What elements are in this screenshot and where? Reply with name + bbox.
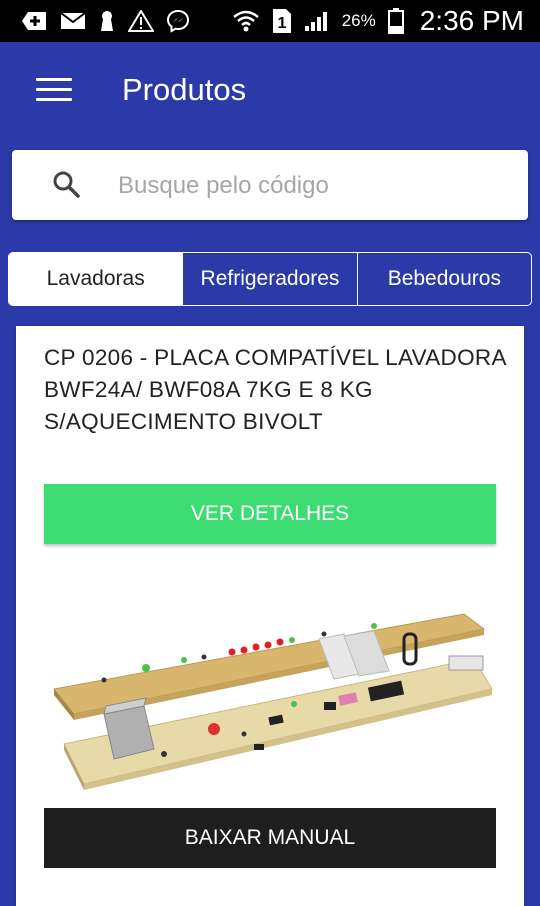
warning-icon [128,10,154,32]
search-icon[interactable] [52,170,80,203]
status-notifications [22,9,190,33]
status-bar: 1 26% 2:36 PM [0,0,540,42]
search-input[interactable] [116,164,510,208]
download-manual-button[interactable]: BAIXAR MANUAL [44,808,496,868]
svg-text:1: 1 [277,15,286,32]
messenger-icon [166,9,190,33]
signal-icon [304,10,330,32]
search-bar[interactable] [12,150,528,220]
product-card: CP 0206 - PLACA COMPATÍVEL LAVADORA BWF2… [16,326,524,906]
hamburger-menu-icon[interactable] [36,78,72,104]
product-title: CP 0206 - PLACA COMPATÍVEL LAVADORA BWF2… [44,345,506,434]
circuit-board-image [44,584,496,814]
keyhole-icon [98,10,116,32]
category-tabs: Lavadoras Refrigeradores Bebedouros [8,252,532,306]
tab-bebedouros[interactable]: Bebedouros [356,253,531,305]
clock: 2:36 PM [419,5,524,36]
wifi-icon [232,9,260,33]
status-system: 1 26% 2:36 PM [232,5,524,37]
app-toolbar: Produtos [0,42,540,140]
view-details-button[interactable]: VER DETALHES [44,484,496,544]
battery-icon [387,8,404,34]
battery-percent: 26% [341,11,376,30]
sim-icon: 1 [272,8,292,34]
add-icon [22,11,48,31]
mail-icon [60,11,86,31]
page-title: Produtos [122,72,247,107]
tab-refrigeradores[interactable]: Refrigeradores [182,253,356,305]
tab-lavadoras[interactable]: Lavadoras [9,253,183,305]
